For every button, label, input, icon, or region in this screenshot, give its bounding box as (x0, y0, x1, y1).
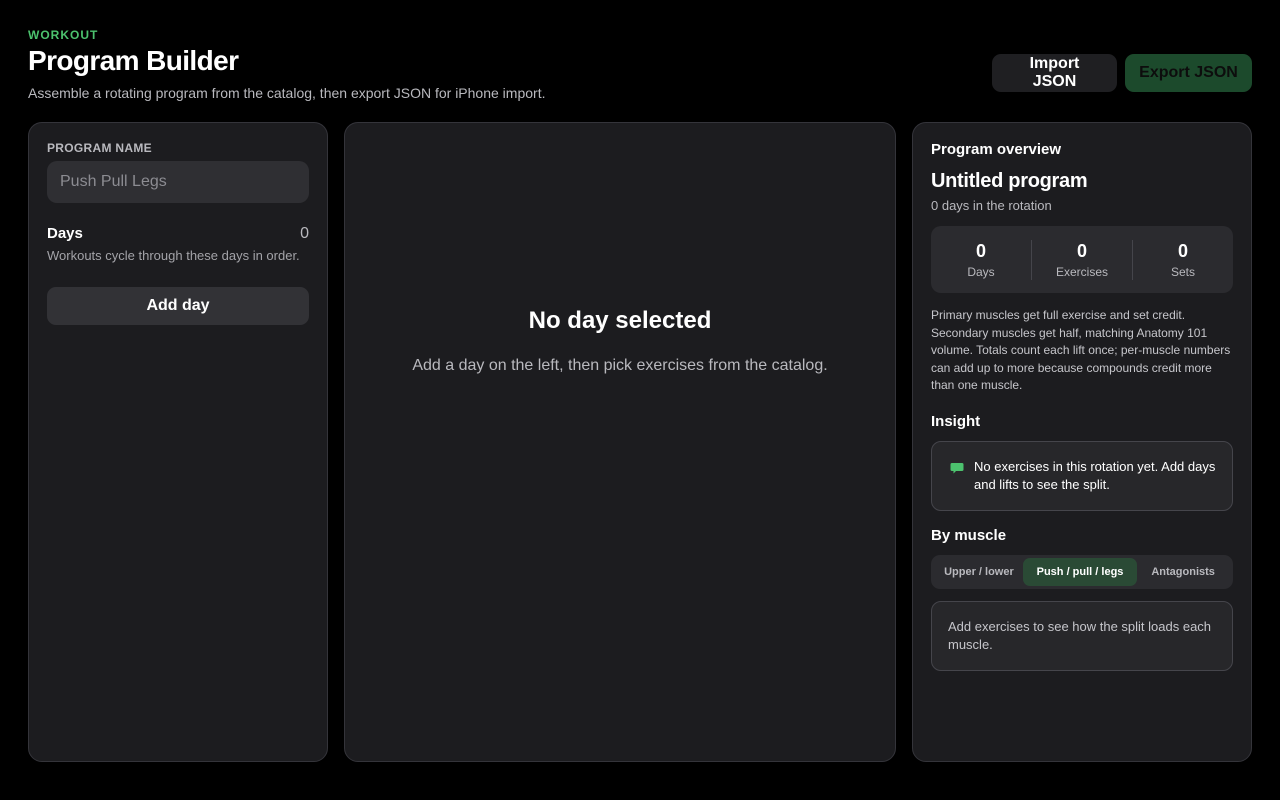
empty-state: No day selected Add a day on the left, t… (345, 307, 895, 375)
day-editor-panel: No day selected Add a day on the left, t… (344, 122, 896, 762)
rotation-summary: 0 days in the rotation (931, 198, 1052, 213)
section-eyebrow: WORKOUT (28, 28, 99, 42)
muscle-breakdown-empty: Add exercises to see how the split loads… (931, 600, 1233, 671)
page-header: WORKOUT Program Builder Assemble a rotat… (28, 28, 1252, 101)
export-json-button[interactable]: Export JSON (1125, 54, 1252, 92)
stat-days: 0 Days (931, 240, 1031, 280)
stat-value: 0 (975, 240, 986, 261)
days-title: Days (47, 225, 83, 242)
stat-value: 0 (1076, 240, 1087, 261)
days-panel: PROGRAM NAME Days 0 Workouts cycle throu… (28, 122, 328, 762)
empty-state-title: No day selected (528, 307, 712, 334)
insight-text: No exercises in this rotation yet. Add d… (974, 458, 1216, 492)
program-name-label: PROGRAM NAME (47, 141, 152, 155)
stat-label: Sets (1170, 264, 1195, 279)
stat-label: Exercises (1055, 264, 1108, 279)
stat-sets: 0 Sets (1132, 239, 1233, 280)
days-description: Workouts cycle through these days in ord… (47, 248, 300, 263)
credit-explanation: Primary muscles get full exercise and se… (931, 308, 1231, 392)
stat-label: Days (967, 264, 995, 279)
stat-exercises: 0 Exercises (1031, 239, 1132, 280)
overview-panel: Program overview Untitled program 0 days… (912, 122, 1252, 762)
stat-value: 0 (1177, 240, 1188, 261)
stats-summary: 0 Days 0 Exercises 0 Sets (931, 226, 1233, 293)
split-option-antagonists[interactable]: Antagonists (1137, 558, 1229, 586)
by-muscle-title: By muscle (931, 526, 1007, 544)
insight-title: Insight (931, 412, 981, 430)
import-json-button[interactable]: Import JSON (992, 54, 1117, 92)
header-actions: Import JSON Export JSON (992, 54, 1252, 92)
program-name-input[interactable] (47, 161, 309, 203)
overview-title: Program overview (931, 141, 1062, 158)
split-option-push-pull-legs[interactable]: Push / pull / legs (1022, 557, 1138, 586)
add-day-button[interactable]: Add day (47, 287, 309, 325)
days-count: 0 (300, 225, 309, 242)
empty-state-description: Add a day on the left, then pick exercis… (412, 357, 828, 374)
split-option-upper-lower[interactable]: Upper / lower (935, 558, 1023, 586)
insight-card: No exercises in this rotation yet. Add d… (931, 440, 1233, 511)
days-header: Days 0 (47, 225, 309, 243)
split-selector: Upper / lower Push / pull / legs Antagon… (931, 554, 1233, 589)
chat-bubble-icon (950, 462, 964, 510)
overview-program-name: Untitled program (931, 170, 1088, 192)
